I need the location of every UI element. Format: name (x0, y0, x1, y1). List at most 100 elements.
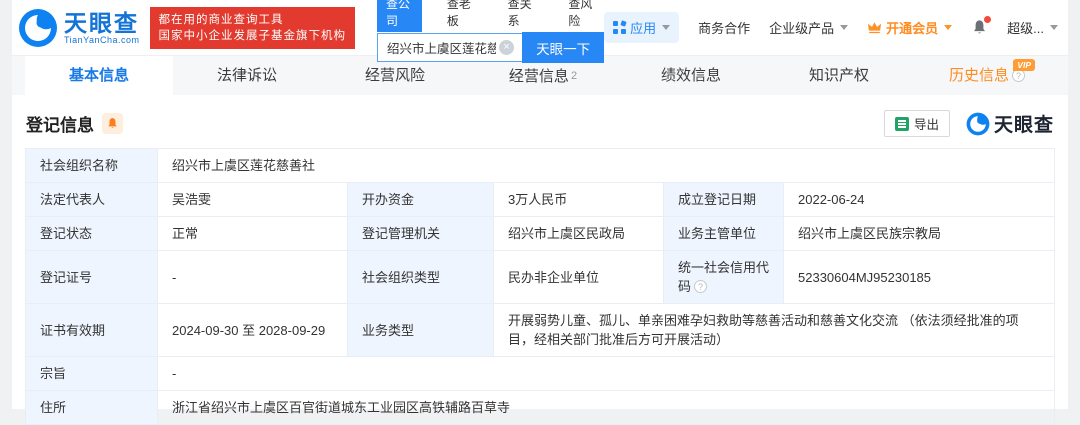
bell-icon (106, 117, 119, 130)
field-label: 法定代表人 (26, 183, 158, 217)
slogan-line1: 都在用的商业查询工具 (159, 12, 347, 28)
field-value: 2024-09-30 至 2028-09-29 (158, 304, 348, 357)
field-label: 业务类型 (348, 304, 494, 357)
nav-cooperation-label: 商务合作 (698, 18, 750, 37)
field-value: 民办非企业单位 (494, 251, 664, 304)
nav-cooperation[interactable]: 商务合作 (698, 18, 750, 37)
chevron-down-icon (840, 25, 848, 30)
export-button-label: 导出 (914, 114, 939, 133)
tab-performance-label: 绩效信息 (661, 67, 721, 84)
subscribe-bell-button[interactable] (102, 113, 123, 134)
search-tabs: 查公司 查老板 查关系 查风险 (377, 0, 604, 32)
table-row: 法定代表人 吴浩雯 开办资金 3万人民币 成立登记日期 2022-06-24 (26, 183, 1055, 217)
field-value: 3万人民币 (494, 183, 664, 217)
nav-user-menu[interactable]: 超级... (1007, 18, 1058, 37)
top-header: 天眼查 TianYanCha.com 都在用的商业查询工具 国家中小企业发展子基… (12, 0, 1068, 55)
username: 超级... (1007, 18, 1044, 37)
notifications-bell[interactable] (971, 19, 988, 36)
crown-icon (867, 21, 882, 34)
brand-name: 天眼查 (64, 11, 140, 35)
field-label: 住所 (26, 391, 158, 425)
field-label-text: 统一社会信用代码 (678, 260, 769, 294)
tab-legal-label: 法律诉讼 (217, 67, 277, 84)
search-tab-boss[interactable]: 查老板 (438, 0, 483, 32)
field-label: 开办资金 (348, 183, 494, 217)
table-row: 证书有效期 2024-09-30 至 2028-09-29 业务类型 开展弱势儿… (26, 304, 1055, 357)
table-row: 登记状态 正常 登记管理机关 绍兴市上虞区民政局 业务主管单位 绍兴市上虞区民族… (26, 217, 1055, 251)
brand-domain: TianYanCha.com (64, 35, 140, 45)
field-value: 吴浩雯 (158, 183, 348, 217)
top-nav: 应用 商务合作 企业级产品 开通会员 (604, 12, 1058, 43)
field-value: 52330604MJ95230185 (784, 251, 1055, 304)
field-label: 登记状态 (26, 217, 158, 251)
nav-apps[interactable]: 应用 (604, 12, 679, 43)
tab-performance[interactable]: 绩效信息 (617, 56, 765, 95)
brand-slogan: 都在用的商业查询工具 国家中小企业发展子基金旗下机构 (150, 7, 356, 49)
apps-grid-icon (613, 21, 626, 34)
chevron-down-icon (662, 25, 670, 30)
field-value: 开展弱势儿童、孤儿、单亲困难孕妇救助等慈善活动和慈善文化交流 （依法须经批准的项… (494, 304, 1055, 357)
table-row: 社会组织名称 绍兴市上虞区莲花慈善社 (26, 149, 1055, 183)
field-label: 统一社会信用代码? (664, 251, 784, 304)
tab-operating-risk[interactable]: 经营风险 (321, 56, 469, 95)
field-value: 浙江省绍兴市上虞区百官街道城东工业园区高铁辅路百草寺 (158, 391, 1055, 425)
tab-intellectual-property-label: 知识产权 (809, 67, 869, 84)
tab-operation-info-label: 经营信息 (509, 68, 569, 85)
chevron-down-icon (1050, 25, 1058, 30)
notification-dot (984, 16, 991, 23)
field-label: 成立登记日期 (664, 183, 784, 217)
tianyancha-watermark: 天眼查 (966, 110, 1054, 137)
content-area: 登记信息 导出 天眼查 (12, 95, 1068, 425)
field-label: 宗旨 (26, 357, 158, 391)
field-label: 证书有效期 (26, 304, 158, 357)
tab-history-info-label: 历史信息 (949, 67, 1009, 84)
brand-logo[interactable]: 天眼查 TianYanCha.com (18, 8, 140, 48)
tab-operating-risk-label: 经营风险 (365, 67, 425, 84)
section-title: 登记信息 (26, 111, 94, 136)
registration-table: 社会组织名称 绍兴市上虞区莲花慈善社 法定代表人 吴浩雯 开办资金 3万人民币 … (25, 148, 1055, 425)
tab-intellectual-property[interactable]: 知识产权 (765, 56, 913, 95)
section-header: 登记信息 导出 天眼查 (12, 95, 1068, 148)
chevron-down-icon (944, 25, 952, 30)
field-label: 社会组织名称 (26, 149, 158, 183)
help-icon[interactable]: ? (694, 280, 707, 293)
tab-history-info[interactable]: VIP 历史信息? (913, 56, 1061, 95)
nav-open-vip-label: 开通会员 (886, 18, 938, 37)
search-block: 查公司 查老板 查关系 查风险 × 天眼一下 (377, 0, 604, 63)
tab-operation-info[interactable]: 经营信息2 (469, 56, 617, 95)
status-badge: 正常 (158, 217, 348, 251)
slogan-line2: 国家中小企业发展子基金旗下机构 (159, 28, 347, 44)
export-button[interactable]: 导出 (884, 110, 950, 137)
field-value: 绍兴市上虞区莲花慈善社 (158, 149, 1055, 183)
clear-search-icon[interactable]: × (499, 40, 514, 55)
tianyancha-logo-icon (966, 112, 990, 136)
table-row: 住所 浙江省绍兴市上虞区百官街道城东工业园区高铁辅路百草寺 (26, 391, 1055, 425)
search-tab-company[interactable]: 查公司 (377, 0, 422, 32)
search-tab-risk[interactable]: 查风险 (559, 0, 604, 32)
table-row: 登记证号 - 社会组织类型 民办非企业单位 统一社会信用代码? 52330604… (26, 251, 1055, 304)
field-value: - (158, 251, 348, 304)
field-label: 登记证号 (26, 251, 158, 304)
vip-badge: VIP (1013, 59, 1035, 71)
nav-enterprise-label: 企业级产品 (769, 18, 834, 37)
field-label: 登记管理机关 (348, 217, 494, 251)
nav-enterprise[interactable]: 企业级产品 (769, 18, 848, 37)
field-value: 绍兴市上虞区民政局 (494, 217, 664, 251)
field-value: 绍兴市上虞区民族宗教局 (784, 217, 1055, 251)
field-label: 社会组织类型 (348, 251, 494, 304)
field-value: 2022-06-24 (784, 183, 1055, 217)
tab-basic-info[interactable]: 基本信息 (25, 56, 173, 95)
nav-open-vip[interactable]: 开通会员 (867, 18, 952, 37)
nav-apps-label: 应用 (630, 18, 656, 37)
excel-export-icon (895, 117, 909, 131)
table-row: 宗旨 - (26, 357, 1055, 391)
field-value: - (158, 357, 1055, 391)
watermark-label: 天眼查 (994, 110, 1054, 137)
tab-basic-info-label: 基本信息 (69, 67, 129, 84)
tab-legal[interactable]: 法律诉讼 (173, 56, 321, 95)
search-tab-relation[interactable]: 查关系 (499, 0, 544, 32)
page-tab-bar: 基本信息 法律诉讼 经营风险 经营信息2 绩效信息 知识产权 VIP 历史信息? (12, 55, 1068, 95)
main-card: 天眼查 TianYanCha.com 都在用的商业查询工具 国家中小企业发展子基… (12, 0, 1068, 409)
tianyancha-logo-icon (18, 8, 58, 48)
tab-count-badge: 2 (571, 70, 577, 82)
